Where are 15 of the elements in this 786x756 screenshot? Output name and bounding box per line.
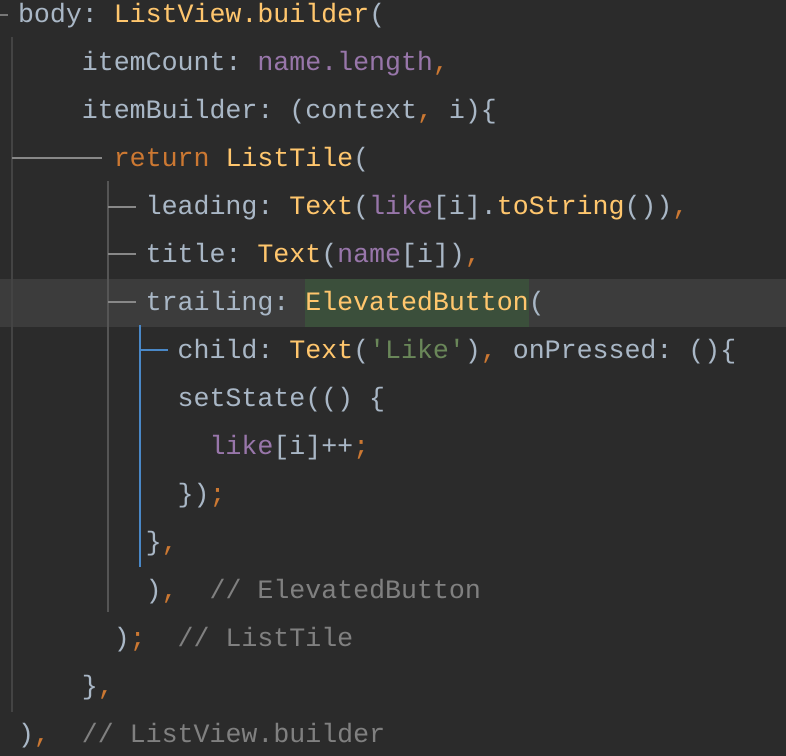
code-line: }, [80, 672, 115, 702]
code-line: like[i]++; [208, 432, 370, 462]
code-line: ), // ListView.builder [16, 720, 386, 750]
code-line: }); [176, 480, 226, 510]
code-line: child: Text('Like'), onPressed: (){ [176, 336, 738, 366]
code-line: itemBuilder: (context, i){ [80, 96, 498, 126]
code-line: title: Text(name[i]), [144, 240, 482, 270]
code-line: ); // ListTile [112, 624, 354, 654]
code-line: ), // ElevatedButton [144, 576, 482, 606]
code-line: return ListTile( [112, 144, 370, 174]
code-line: }, [144, 528, 179, 558]
code-line: itemCount: name.length, [80, 48, 450, 78]
code-line: setState(() { [176, 384, 386, 414]
code-line: body: ListView.builder( [16, 0, 386, 30]
code-line: leading: Text(like[i].toString()), [144, 192, 690, 222]
